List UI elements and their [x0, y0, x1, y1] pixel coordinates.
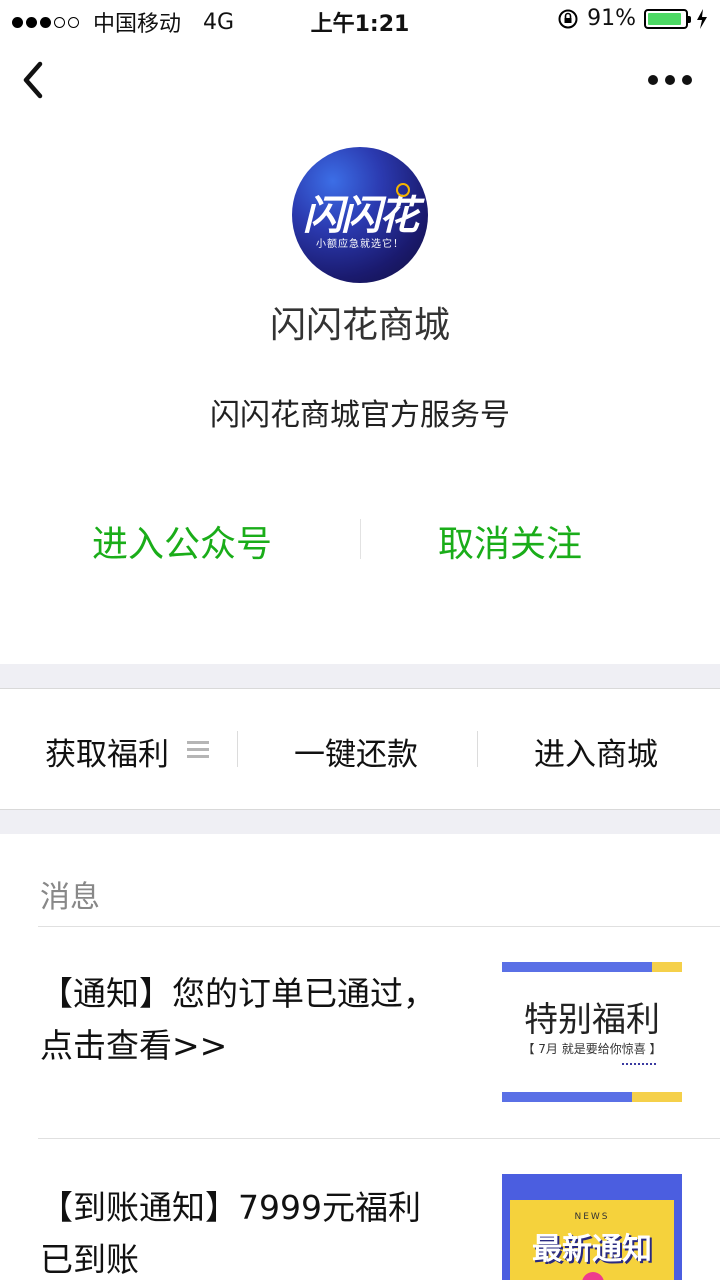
status-bar: 中国移动 4G 上午1:21 91%: [0, 0, 720, 40]
message-title[interactable]: 【通知】您的订单已通过，点击查看>>: [40, 968, 450, 1072]
chevron-left-icon: [23, 61, 43, 99]
account-description: 闪闪花商城官方服务号: [210, 398, 510, 433]
status-right: 91%: [557, 6, 708, 31]
account-menu-bar: 获取福利 一键还款 进入商城: [0, 689, 720, 810]
account-avatar: 闪闪花 小额应急就选它！: [292, 147, 428, 283]
rotation-lock-icon: [558, 9, 578, 28]
back-button[interactable]: [18, 60, 58, 104]
messages-section-title: 消息: [40, 880, 100, 915]
menu-divider: [237, 731, 238, 767]
message-thumbnail[interactable]: NEWS 最新通知: [502, 1174, 682, 1280]
action-divider: [360, 519, 361, 559]
menu-divider: [477, 731, 478, 767]
message-thumbnail[interactable]: 特别福利 【 7月 就是要给你惊喜 】: [502, 962, 682, 1102]
enter-account-button[interactable]: 进入公众号: [92, 515, 272, 567]
thumbnail-tag: NEWS: [574, 1212, 610, 1222]
charging-bolt-icon: [697, 8, 707, 29]
menu-item-get-benefits[interactable]: 获取福利: [45, 729, 169, 774]
menu-item-enter-mall[interactable]: 进入商城: [534, 729, 658, 774]
account-actions: 进入公众号 取消关注: [0, 515, 720, 565]
thumbnail-heading: 最新通知: [532, 1232, 652, 1267]
thumbnail-subheading: 【 7月 就是要给你惊喜 】: [522, 1042, 662, 1056]
divider: [38, 1138, 720, 1139]
divider: [38, 926, 720, 927]
account-name: 闪闪花商城: [269, 305, 450, 346]
message-title[interactable]: 【到账通知】7999元福利已到账: [40, 1182, 450, 1286]
battery-icon: [644, 8, 691, 29]
section-gap: [0, 664, 720, 689]
menu-item-one-click-repay[interactable]: 一键还款: [294, 729, 418, 774]
thumbnail-heading: 特别福利: [524, 1000, 660, 1040]
wave-decoration: [622, 1060, 656, 1065]
battery-percent: 91%: [587, 6, 636, 31]
list-icon: [187, 741, 209, 759]
section-gap: [0, 810, 720, 834]
more-button[interactable]: [648, 70, 698, 90]
more-horizontal-icon: [648, 75, 658, 85]
unfollow-button[interactable]: 取消关注: [438, 515, 582, 567]
avatar-slogan: 小额应急就选它！: [316, 239, 404, 250]
logo-dot-icon: [396, 183, 410, 197]
